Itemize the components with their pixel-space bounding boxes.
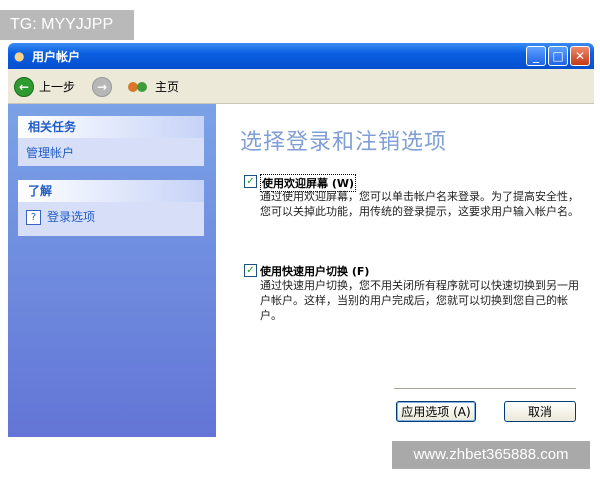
users-home-icon (128, 78, 150, 96)
back-label: 上一步 (39, 79, 76, 94)
title-bar[interactable]: ● 用户帐户 _ □ ✕ (8, 43, 594, 69)
learn-panel: 了解 ? 登录选项 (18, 180, 204, 236)
home-button[interactable]: 主页 (128, 75, 179, 97)
help-icon: ? (26, 210, 41, 225)
manage-accounts-link[interactable]: 管理帐户 (18, 138, 204, 167)
forward-arrow-icon: → (92, 76, 112, 97)
fast-user-switching-checkbox[interactable]: ✓ (244, 264, 257, 277)
user-accounts-icon: ● (14, 49, 25, 63)
close-button[interactable]: ✕ (570, 46, 590, 66)
welcome-screen-description: 通过使用欢迎屏幕，您可以单击帐户名来登录。为了提高安全性，您可以关掉此功能，用传… (260, 190, 579, 218)
back-arrow-icon: ← (14, 76, 34, 97)
welcome-screen-checkbox[interactable]: ✓ (244, 175, 257, 188)
apply-options-button[interactable]: 应用选项 (A) (396, 401, 476, 422)
welcome-screen-option: ✓ 使用欢迎屏幕 (W) 通过使用欢迎屏幕，您可以单击帐户名来登录。为了提高安全… (244, 174, 579, 244)
divider (394, 388, 576, 389)
related-tasks-header: 相关任务 (18, 116, 204, 138)
related-tasks-panel: 相关任务 管理帐户 (18, 116, 204, 166)
fast-user-switching-label[interactable]: 使用快速用户切换 (F) (260, 263, 369, 279)
toolbar: ← 上一步 → 主页 (8, 69, 594, 104)
window-title: 用户帐户 (32, 50, 81, 64)
main-content: 选择登录和注销选项 ✓ 使用欢迎屏幕 (W) 通过使用欢迎屏幕，您可以单击帐户名… (216, 104, 594, 437)
home-label: 主页 (155, 79, 180, 94)
cancel-button[interactable]: 取消 (504, 401, 576, 422)
page-heading: 选择登录和注销选项 (240, 130, 448, 155)
fast-user-switching-option: ✓ 使用快速用户切换 (F) 通过快速用户切换，您不用关闭所有程序就可以快速切换… (244, 263, 579, 333)
fast-user-switching-description: 通过快速用户切换，您不用关闭所有程序就可以快速切换到另一用户帐户。这样，当别的用… (260, 279, 579, 322)
minimize-button[interactable]: _ (526, 46, 546, 66)
watermark-top: TG: MYYJJPP (0, 10, 134, 40)
forward-button[interactable]: → (92, 75, 112, 97)
sidebar: 相关任务 管理帐户 了解 ? 登录选项 (8, 104, 216, 437)
maximize-button[interactable]: □ (548, 46, 568, 66)
user-accounts-window: ● 用户帐户 _ □ ✕ ← 上一步 → 主页 相关任务 管理帐户 了解 ? 登录选… (8, 43, 594, 437)
back-button[interactable]: ← 上一步 (14, 75, 75, 97)
watermark-bottom: www.zhbet365888.com (392, 441, 590, 469)
learn-header: 了解 (18, 180, 204, 202)
logon-options-link[interactable]: ? 登录选项 (18, 202, 204, 231)
logon-options-label: 登录选项 (47, 210, 96, 224)
